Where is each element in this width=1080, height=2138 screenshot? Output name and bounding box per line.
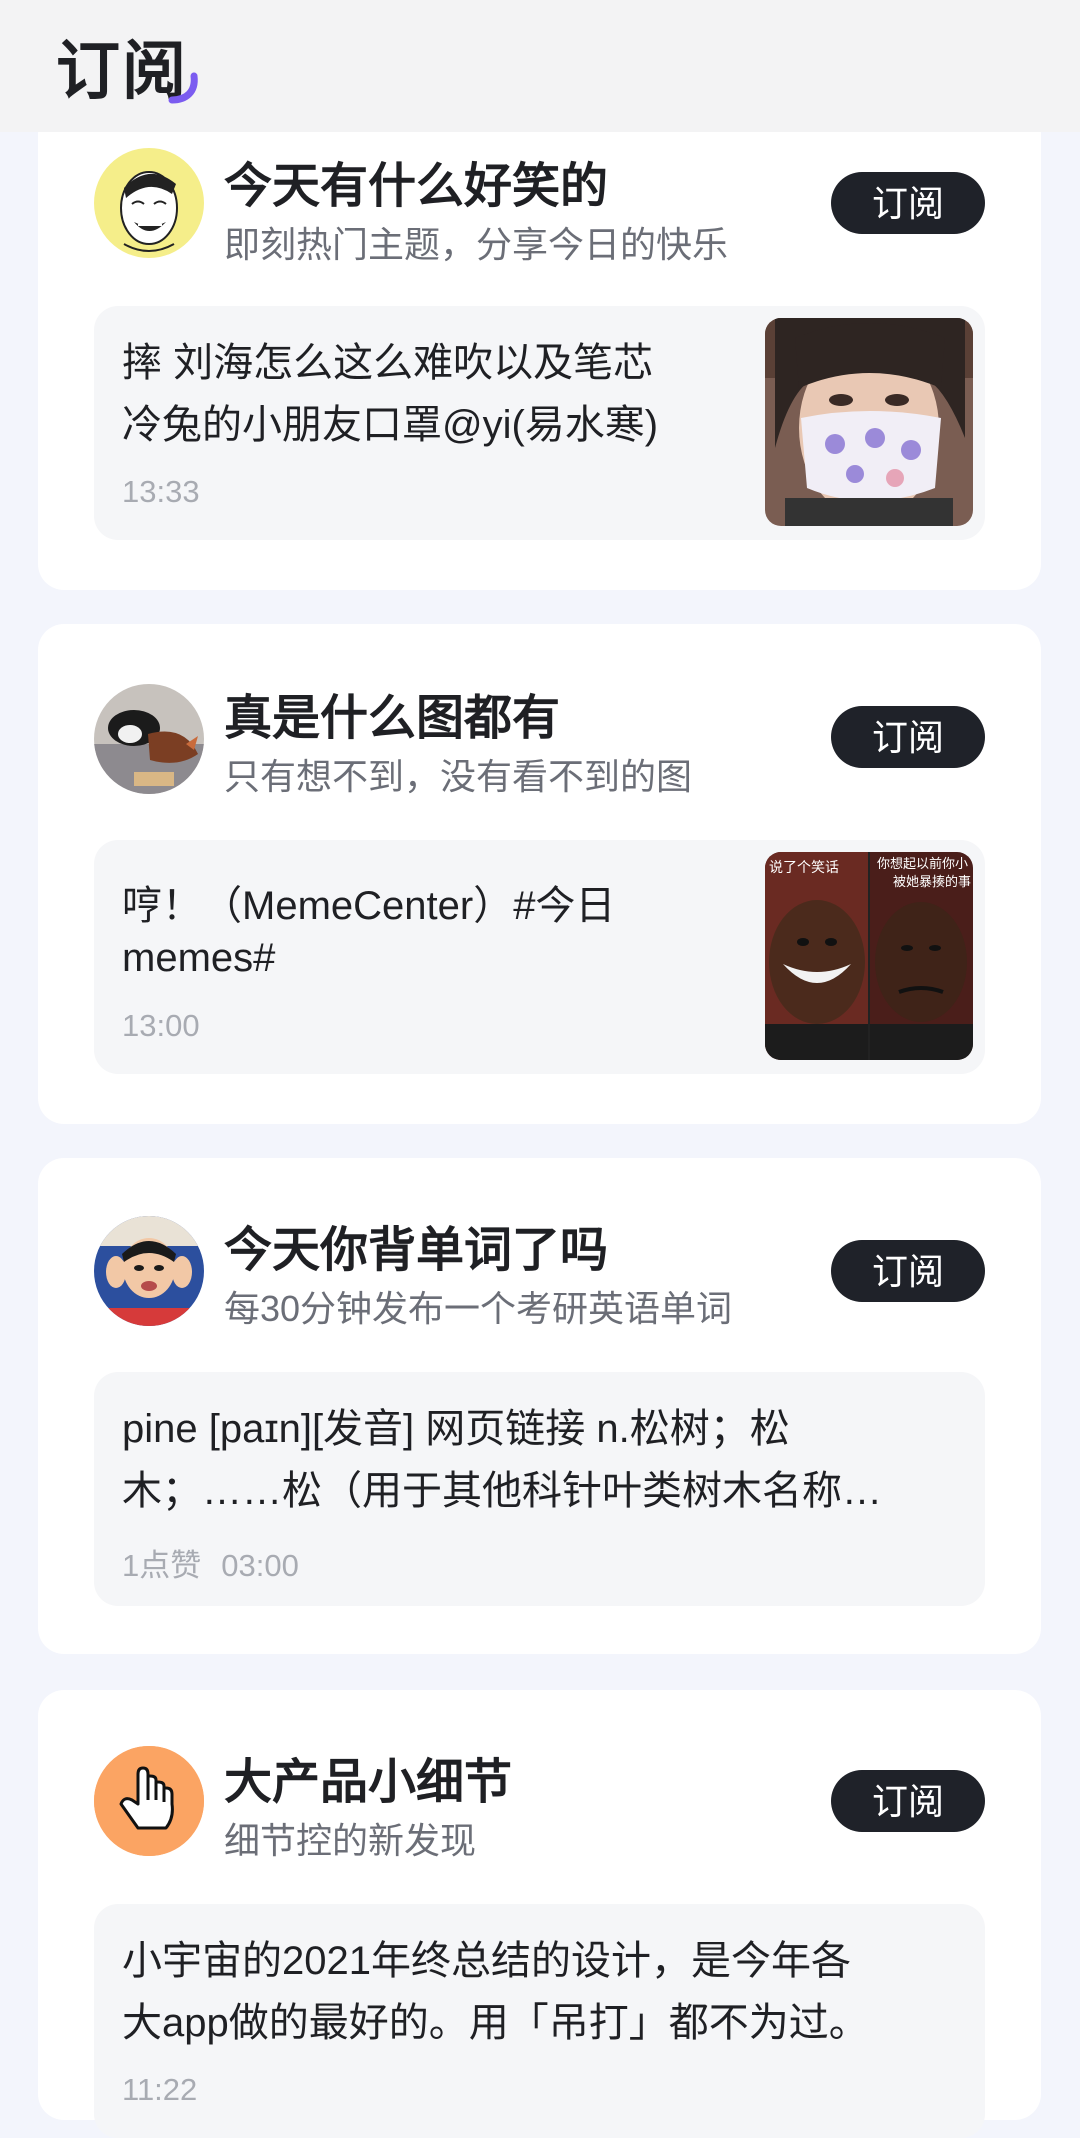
topic-card[interactable]: 大产品小细节 细节控的新发现 订阅 小宇宙的2021年终总结的设计，是今年各 大… bbox=[38, 1690, 1041, 2138]
topic-card[interactable]: 今天有什么好笑的 即刻热门主题，分享今日的快乐 订阅 摔 刘海怎么这么难吹以及笔… bbox=[38, 108, 1041, 590]
topic-title: 今天你背单词了吗 bbox=[224, 1224, 609, 1277]
thumb-caption: 被她暴揍的事 bbox=[893, 874, 971, 890]
subscribe-button[interactable]: 订阅 bbox=[831, 1240, 985, 1302]
boy-avatar[interactable] bbox=[94, 1216, 204, 1326]
topic-subtitle: 只有想不到，没有看不到的图 bbox=[224, 756, 693, 797]
topic-subtitle: 即刻热门主题，分享今日的快乐 bbox=[224, 224, 729, 265]
top-bar: 订阅 bbox=[0, 0, 1080, 132]
latest-post[interactable]: 摔 刘海怎么这么难吹以及笔芯 冷兔的小朋友口罩@yi(易水寒) 13:33 bbox=[94, 306, 985, 540]
latest-post[interactable]: 哼！（MemeCenter）#今日 memes# 13:00 说了个笑话 你想起… bbox=[94, 840, 985, 1074]
post-text: 小宇宙的2021年终总结的设计，是今年各 大app做的最好的。用「吊打」都不为过… bbox=[122, 1930, 962, 2054]
post-line: 摔 刘海怎么这么难吹以及笔芯 bbox=[122, 341, 654, 385]
topic-header: 真是什么图都有 只有想不到，没有看不到的图 订阅 bbox=[94, 624, 985, 797]
topic-title: 今天有什么好笑的 bbox=[224, 160, 609, 213]
topic-title: 大产品小细节 bbox=[224, 1756, 513, 1809]
post-line: 冷兔的小朋友口罩@yi(易水寒) bbox=[122, 403, 659, 447]
subscribe-button[interactable]: 订阅 bbox=[831, 706, 985, 768]
topic-header: 大产品小细节 细节控的新发现 订阅 bbox=[94, 1690, 985, 1861]
post-line: memes# bbox=[122, 936, 276, 980]
post-time: 13:33 bbox=[122, 474, 200, 509]
subscribe-button[interactable]: 订阅 bbox=[831, 1770, 985, 1832]
post-line: 哼！（MemeCenter）#今日 bbox=[122, 884, 616, 928]
post-meta: 1点赞 03:00 bbox=[122, 1540, 299, 1585]
post-text: 摔 刘海怎么这么难吹以及笔芯 冷兔的小朋友口罩@yi(易水寒) bbox=[122, 332, 658, 456]
hand-cursor-avatar[interactable] bbox=[94, 1746, 204, 1856]
rage-face-avatar[interactable] bbox=[94, 148, 204, 258]
post-time: 03:00 bbox=[221, 1548, 299, 1583]
post-line: 大app做的最好的。用「吊打」都不为过。 bbox=[122, 2001, 869, 2045]
topic-subtitle: 细节控的新发现 bbox=[224, 1820, 477, 1861]
subscribe-button[interactable]: 订阅 bbox=[831, 172, 985, 234]
topic-card[interactable]: 今天你背单词了吗 每30分钟发布一个考研英语单词 订阅 pine [paɪn][… bbox=[38, 1158, 1041, 1654]
accent-swoosh-icon bbox=[168, 72, 198, 104]
post-thumbnail[interactable] bbox=[765, 318, 973, 526]
post-thumbnail[interactable]: 说了个笑话 你想起以前你小 被她暴揍的事 bbox=[765, 852, 973, 1060]
post-time: 13:00 bbox=[122, 1008, 200, 1043]
latest-post[interactable]: 小宇宙的2021年终总结的设计，是今年各 大app做的最好的。用「吊打」都不为过… bbox=[94, 1904, 985, 2138]
cat-avatar[interactable] bbox=[94, 684, 204, 794]
post-text: 哼！（MemeCenter）#今日 memes# bbox=[122, 880, 615, 984]
hand-cursor-icon bbox=[94, 1746, 204, 1856]
topic-card[interactable]: 真是什么图都有 只有想不到，没有看不到的图 订阅 哼！（MemeCenter）#… bbox=[38, 624, 1041, 1124]
post-likes: 1点赞 bbox=[122, 1548, 202, 1583]
thumb-caption: 说了个笑话 bbox=[769, 860, 839, 876]
post-text: pine [paɪn][发音] 网页链接 n.松树；松 木；……松（用于其他科针… bbox=[122, 1398, 952, 1522]
post-line: 木；……松（用于其他科针叶类树木名称… bbox=[122, 1469, 882, 1513]
post-time: 11:22 bbox=[122, 2072, 198, 2107]
thumb-caption: 你想起以前你小 bbox=[877, 856, 968, 872]
post-line: 小宇宙的2021年终总结的设计，是今年各 bbox=[122, 1939, 851, 1983]
latest-post[interactable]: pine [paɪn][发音] 网页链接 n.松树；松 木；……松（用于其他科针… bbox=[94, 1372, 985, 1606]
topic-title: 真是什么图都有 bbox=[224, 692, 561, 745]
post-line: pine [paɪn][发音] 网页链接 n.松树；松 bbox=[122, 1407, 790, 1451]
topic-header: 今天你背单词了吗 每30分钟发布一个考研英语单词 订阅 bbox=[94, 1158, 985, 1329]
topic-subtitle: 每30分钟发布一个考研英语单词 bbox=[224, 1288, 733, 1329]
